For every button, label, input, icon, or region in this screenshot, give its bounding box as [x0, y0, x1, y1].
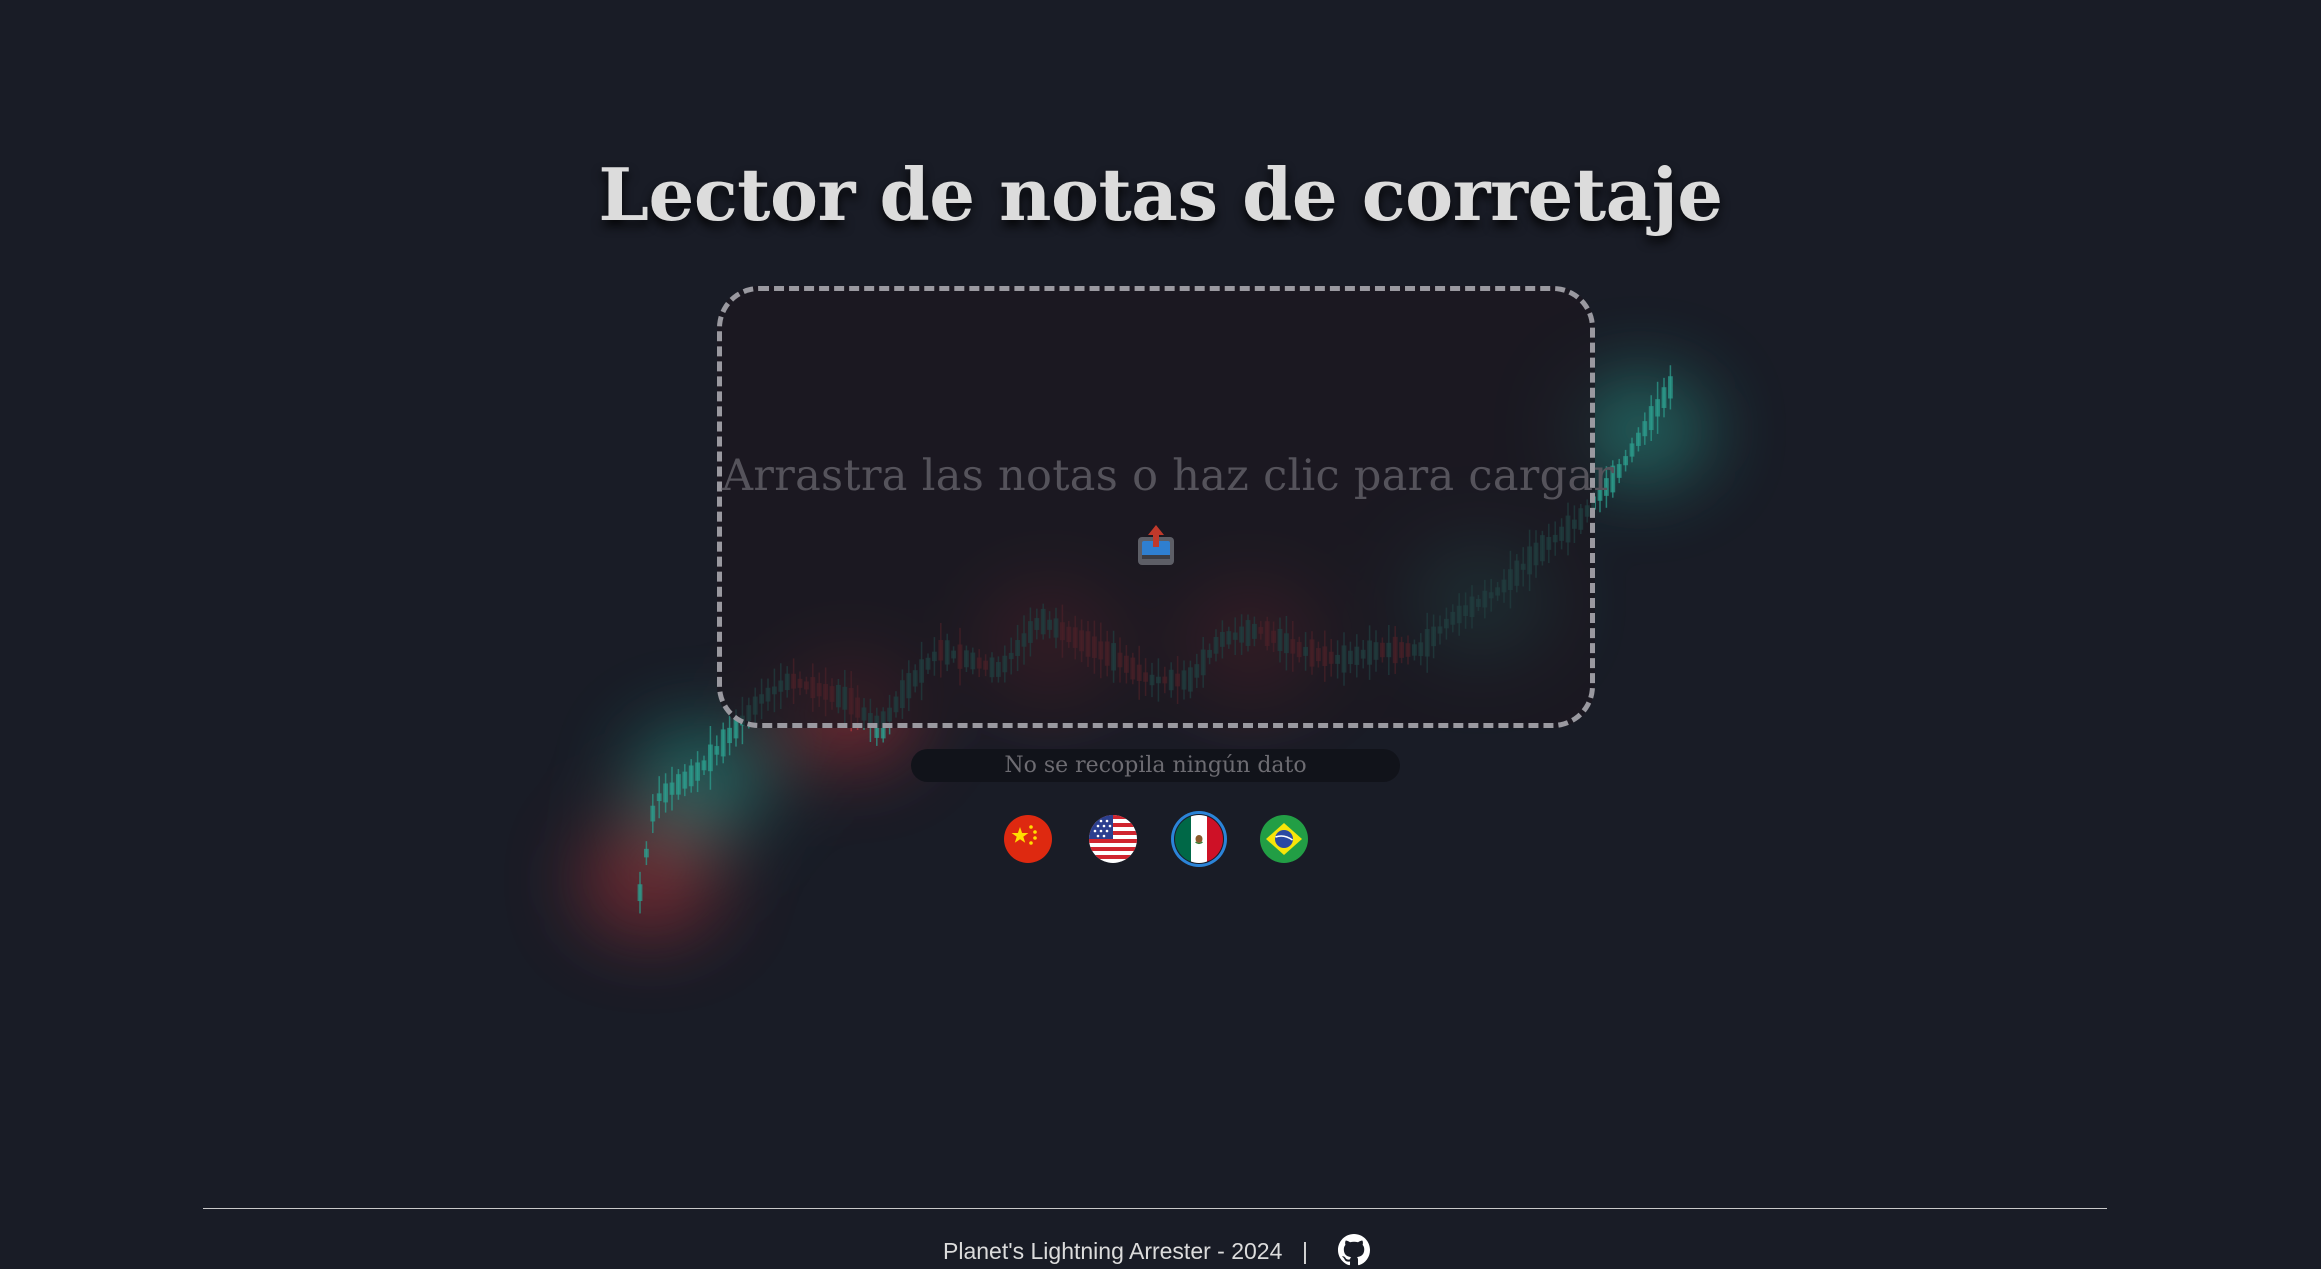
mexico-flag-icon — [1175, 815, 1223, 863]
usa-flag-icon — [1089, 815, 1137, 863]
candle-body — [1616, 464, 1622, 478]
candle-body — [1661, 387, 1667, 408]
brazil-flag-icon — [1260, 815, 1308, 863]
candle-body — [1636, 432, 1641, 446]
candle-body — [663, 783, 668, 803]
candle-body — [682, 771, 688, 789]
candle-body — [701, 760, 707, 771]
upload-tray-icon — [1136, 523, 1176, 567]
candle-body — [695, 762, 700, 781]
candle-body — [1648, 406, 1654, 431]
language-selector — [0, 814, 2321, 866]
candle-body — [656, 793, 662, 802]
candle-body — [727, 727, 732, 744]
candle-body — [1623, 456, 1628, 466]
footer-credit: Planet's Lightning Arrester - 2024 — [943, 1238, 1283, 1264]
language-option-chinese[interactable] — [1003, 814, 1053, 864]
candle-body — [637, 884, 643, 902]
china-flag-icon — [1004, 815, 1052, 863]
candle-body — [720, 729, 726, 757]
candle-body — [1668, 376, 1673, 399]
candle-body — [669, 782, 675, 795]
language-option-portuguese[interactable] — [1259, 814, 1309, 864]
language-option-spanish[interactable] — [1174, 814, 1224, 864]
github-icon — [1338, 1234, 1370, 1266]
footer: Planet's Lightning Arrester - 2024 | — [0, 1232, 2321, 1268]
footer-separator: | — [1302, 1238, 1308, 1264]
page-title: Lector de notas de corretaje — [598, 152, 1723, 237]
language-option-english[interactable] — [1088, 814, 1138, 864]
candle-body — [676, 774, 681, 795]
github-link[interactable] — [1338, 1234, 1370, 1266]
page: Lector de notas de corretaje Arrastra la… — [0, 0, 2321, 1269]
privacy-notice: No se recopila ningún dato — [911, 749, 1400, 782]
candle-body — [714, 746, 720, 755]
candle-body — [688, 765, 694, 787]
candle-body — [1629, 443, 1635, 457]
dropzone-label: Arrastra las notas o haz clic para carga… — [722, 451, 1615, 501]
footer-divider — [203, 1208, 2107, 1209]
candle-body — [708, 744, 713, 772]
file-dropzone[interactable]: Arrastra las notas o haz clic para carga… — [717, 286, 1615, 728]
candle-body — [1642, 421, 1648, 437]
candle-body — [1655, 399, 1660, 417]
